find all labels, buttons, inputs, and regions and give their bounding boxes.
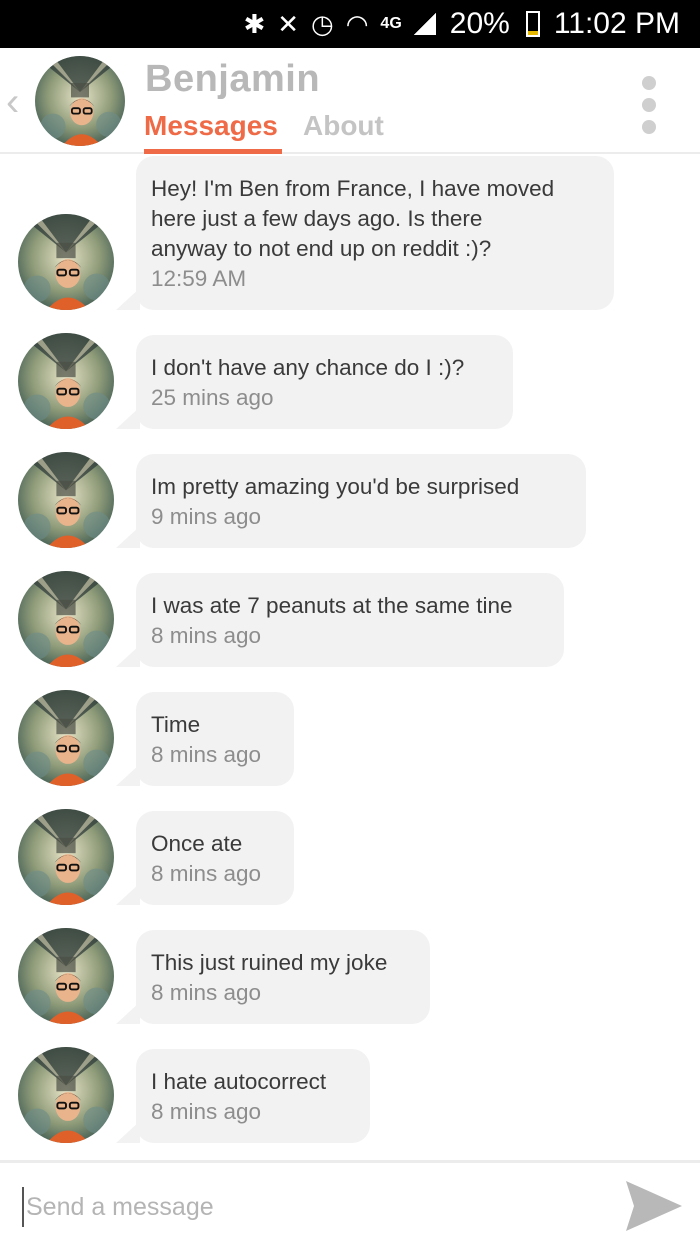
message-text: Time (151, 712, 201, 737)
4g-icon: 4G (380, 15, 402, 32)
message-list[interactable]: Hey! I'm Ben from France, I have moved he… (0, 154, 700, 1158)
message-bubble[interactable]: Time 8 mins ago (136, 692, 294, 786)
message-bubble[interactable]: Im pretty amazing you'd be surprised 9 mi… (136, 454, 586, 548)
clock: 11:02 PM (553, 7, 680, 40)
message-timestamp: 8 mins ago (151, 861, 262, 886)
message-input[interactable] (22, 1187, 582, 1227)
sender-avatar[interactable] (18, 1047, 114, 1143)
message-timestamp: 8 mins ago (151, 1099, 262, 1124)
status-bar: ✱ ✕ ◷ ◠ 4G 20% 11:02 PM (0, 0, 700, 48)
sender-avatar[interactable] (18, 809, 114, 905)
message-bubble[interactable]: I hate autocorrect 8 mins ago (136, 1049, 370, 1143)
message-composer (0, 1160, 700, 1244)
message-timestamp: 12:59 AM (151, 266, 247, 291)
sender-avatar[interactable] (18, 452, 114, 548)
sender-avatar[interactable] (18, 214, 114, 310)
sender-avatar[interactable] (18, 690, 114, 786)
message-text: I was ate 7 peanuts at the same tine (151, 593, 513, 618)
conversation-header: ‹ Benjamin Messages About (0, 48, 700, 154)
status-icons: ✱ ✕ ◷ ◠ 4G (243, 9, 436, 39)
message-text: I don't have any chance do I :)? (151, 355, 465, 380)
message-timestamp: 9 mins ago (151, 504, 262, 529)
battery-percent: 20% (449, 7, 510, 40)
sender-avatar[interactable] (18, 333, 114, 429)
back-chevron-icon[interactable]: ‹ (6, 80, 19, 125)
message-text: I hate autocorrect (151, 1069, 327, 1094)
mute-icon: ✕ (277, 9, 300, 39)
message-bubble[interactable]: This just ruined my joke 8 mins ago (136, 930, 430, 1024)
message-bubble[interactable]: Once ate 8 mins ago (136, 811, 294, 905)
message-timestamp: 25 mins ago (151, 385, 274, 410)
message-text: Im pretty amazing you'd be surprised (151, 474, 520, 499)
message-bubble[interactable]: I don't have any chance do I :)? 25 mins … (136, 335, 513, 429)
alarm-icon: ◷ (311, 9, 334, 39)
contact-name[interactable]: Benjamin (145, 58, 320, 101)
message-text: This just ruined my joke (151, 950, 388, 975)
message-text: anyway to not end up on reddit :)? (151, 236, 492, 261)
sender-avatar[interactable] (18, 928, 114, 1024)
battery-icon (525, 11, 540, 37)
signal-icon (413, 13, 436, 35)
tab-about[interactable]: About (303, 110, 384, 142)
battery-fill (527, 30, 538, 35)
message-bubble[interactable]: Hey! I'm Ben from France, I have moved he… (136, 156, 614, 310)
message-text: here just a few days ago. Is there (151, 206, 483, 231)
send-arrow-icon[interactable] (622, 1177, 684, 1235)
message-timestamp: 8 mins ago (151, 742, 262, 767)
message-timestamp: 8 mins ago (151, 980, 262, 1005)
message-text: Once ate (151, 831, 243, 856)
overflow-menu-icon[interactable] (642, 76, 658, 134)
message-timestamp: 8 mins ago (151, 623, 262, 648)
message-bubble[interactable]: I was ate 7 peanuts at the same tine 8 mi… (136, 573, 564, 667)
wifi-icon: ◠ (345, 9, 369, 39)
sender-avatar[interactable] (18, 571, 114, 667)
tab-messages[interactable]: Messages (144, 110, 278, 142)
bluetooth-icon: ✱ (243, 9, 266, 39)
message-text: Hey! I'm Ben from France, I have moved (151, 176, 555, 201)
profile-avatar[interactable] (35, 56, 125, 146)
